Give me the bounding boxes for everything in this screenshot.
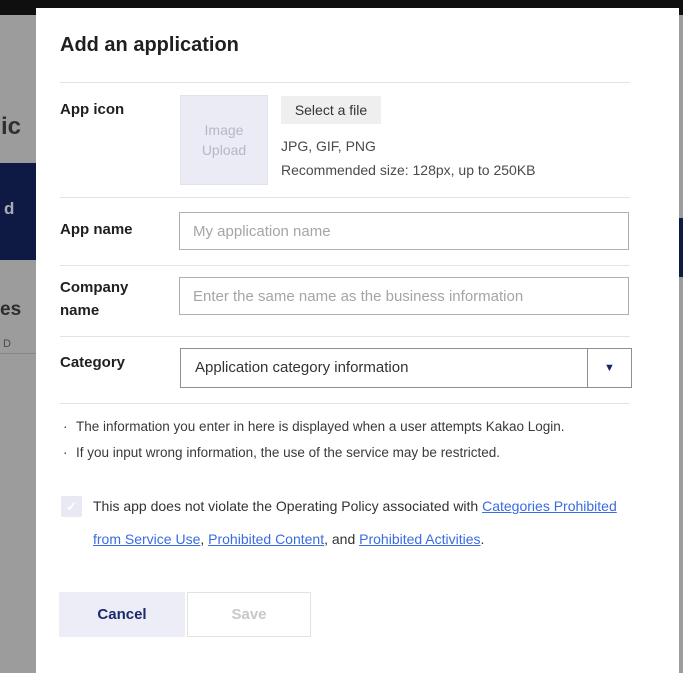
policy-checkbox[interactable]: ✓ (61, 496, 82, 517)
select-file-button[interactable]: Select a file (281, 96, 381, 124)
add-application-modal: Add an application App icon Image Upload… (36, 8, 679, 673)
divider (60, 82, 630, 83)
category-select[interactable]: Application category information ▼ (180, 348, 632, 388)
app-name-input[interactable] (179, 212, 629, 250)
background-navy-button: d (0, 163, 36, 260)
background-partial-heading: ic (1, 113, 21, 141)
caret-down-icon: ▼ (604, 363, 615, 374)
background-navy-button-label: d (4, 199, 14, 219)
link-prohibited-content[interactable]: Prohibited Content (208, 531, 324, 547)
recommended-size-hint: Recommended size: 128px, up to 250KB (281, 162, 536, 178)
app-icon-label: App icon (60, 98, 160, 121)
divider (60, 265, 630, 266)
note-item: · The information you enter in here is d… (63, 414, 643, 440)
check-icon: ✓ (66, 500, 77, 513)
background-navy-sliver (679, 218, 683, 277)
note-item: · If you input wrong information, the us… (63, 440, 643, 466)
category-label: Category (60, 351, 160, 374)
policy-statement: This app does not violate the Operating … (93, 490, 633, 556)
cancel-button[interactable]: Cancel (59, 592, 185, 637)
link-prohibited-activities[interactable]: Prohibited Activities (359, 531, 480, 547)
policy-separator: , and (324, 531, 359, 547)
image-upload-placeholder: Image Upload (194, 120, 254, 160)
policy-text-before: This app does not violate the Operating … (93, 498, 482, 514)
category-select-value: Application category information (195, 349, 408, 387)
divider (60, 197, 630, 198)
note-text: The information you enter in here is dis… (76, 414, 565, 440)
save-button[interactable]: Save (187, 592, 311, 637)
company-name-label: Company name (60, 276, 160, 322)
note-text: If you input wrong information, the use … (76, 440, 500, 466)
category-select-arrow[interactable]: ▼ (587, 349, 631, 387)
background-divider (0, 353, 36, 354)
modal-title: Add an application (60, 34, 239, 57)
divider (60, 403, 630, 404)
bullet-icon: · (63, 440, 76, 466)
policy-separator: , (200, 531, 208, 547)
policy-text-after: . (481, 531, 485, 547)
background-partial-text: es (0, 299, 21, 321)
bullet-icon: · (63, 414, 76, 440)
notes-list: · The information you enter in here is d… (63, 414, 643, 466)
company-name-input[interactable] (179, 277, 629, 315)
file-formats-hint: JPG, GIF, PNG (281, 138, 376, 154)
divider (60, 336, 630, 337)
app-name-label: App name (60, 218, 160, 241)
screen: ic d es D Add an application App icon Im… (0, 0, 683, 673)
background-partial-text-small: D (3, 338, 11, 350)
image-upload-dropzone[interactable]: Image Upload (180, 95, 268, 185)
